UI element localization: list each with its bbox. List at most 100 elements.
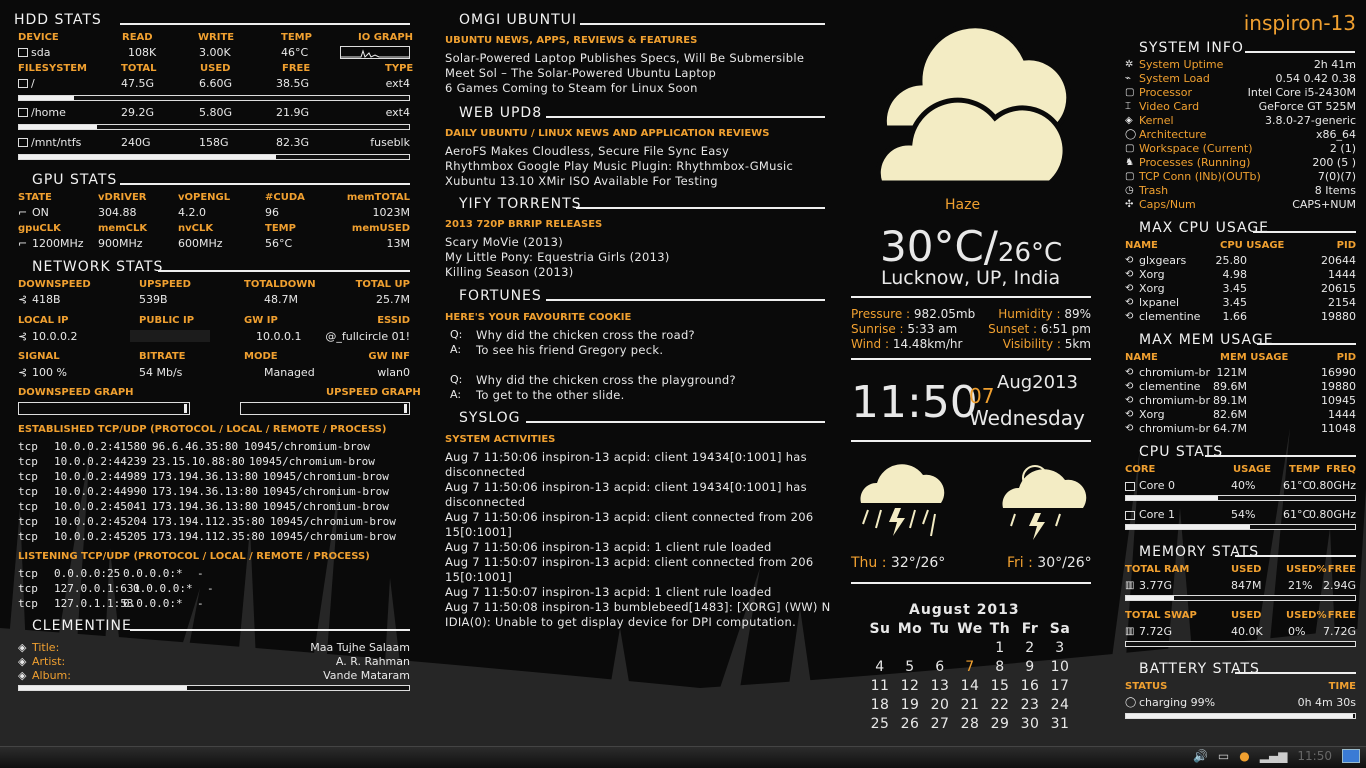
hdd-read: 108K bbox=[128, 46, 157, 59]
connection-cell: 23.15.10.88:80 bbox=[152, 455, 245, 468]
connection-cell: tcp bbox=[18, 440, 38, 453]
connection-cell: 10.0.0.2:44989 bbox=[54, 470, 147, 483]
gpu-value: 1023M bbox=[372, 206, 411, 219]
upspeed-graph-label: UPSPEED GRAPH bbox=[326, 387, 421, 398]
calendar-day[interactable] bbox=[895, 638, 925, 657]
cloud-icon bbox=[875, 23, 1072, 186]
calendar-day[interactable]: 1 bbox=[985, 638, 1015, 657]
calendar-day[interactable]: 26 bbox=[895, 714, 925, 733]
calendar-day[interactable]: 30 bbox=[1015, 714, 1045, 733]
calendar-day[interactable]: 22 bbox=[985, 695, 1015, 714]
connection-cell: 10945/chromium-brow bbox=[244, 440, 370, 453]
calendar-day[interactable]: 25 bbox=[865, 714, 895, 733]
fs-col-free: FREE bbox=[282, 63, 311, 74]
sysinfo-value: x86_64 bbox=[1315, 128, 1356, 141]
connection-cell: tcp bbox=[18, 515, 38, 528]
calendar-day[interactable]: 6 bbox=[925, 657, 955, 676]
feed-item: Meet Sol – The Solar-Powered Ubuntu Lapt… bbox=[445, 66, 717, 80]
calendar-day[interactable] bbox=[925, 638, 955, 657]
calendar-day[interactable]: 16 bbox=[1015, 676, 1045, 695]
net-header-cell: GW INF bbox=[368, 351, 410, 362]
syslog-line: 15[0:1001] bbox=[445, 525, 513, 539]
calendar-day[interactable]: 13 bbox=[925, 676, 955, 695]
feed-item: AeroFS Makes Cloudless, Secure File Sync… bbox=[445, 144, 730, 158]
syslog-line: disconnected bbox=[445, 495, 526, 509]
calendar-day[interactable]: 10 bbox=[1045, 657, 1075, 676]
weather-key: Visibility : bbox=[1002, 337, 1065, 351]
net-value: wlan0 bbox=[377, 366, 410, 379]
listening-cell: 0.0.0.0:25 bbox=[54, 567, 121, 580]
calendar-day[interactable]: 3 bbox=[1045, 638, 1075, 657]
calendar-day[interactable]: 2 bbox=[1015, 638, 1045, 657]
calendar-day[interactable]: 12 bbox=[895, 676, 925, 695]
calendar-day[interactable]: 21 bbox=[955, 695, 985, 714]
show-desktop-icon[interactable] bbox=[1342, 749, 1360, 763]
taskbar: 🔊 ▭ ● ▂▄▆ 11:50 bbox=[0, 746, 1366, 768]
listening-cell: tcp bbox=[18, 582, 38, 595]
calendar-day[interactable]: 4 bbox=[865, 657, 895, 676]
clock-monthyear: Aug2013 bbox=[997, 372, 1078, 393]
clementine-tray-icon[interactable]: ● bbox=[1239, 749, 1249, 763]
battery-bar bbox=[1125, 713, 1356, 719]
calendar-day[interactable] bbox=[865, 638, 895, 657]
weather-value: 6:51 pm bbox=[1040, 322, 1091, 336]
fortune-line: Why did the chicken cross the road? bbox=[476, 328, 695, 342]
calendar-day[interactable]: 28 bbox=[955, 714, 985, 733]
io-graph bbox=[340, 46, 410, 59]
process-pid: 19880 bbox=[1321, 380, 1356, 393]
hdd-col-read: READ bbox=[122, 32, 153, 43]
feed-item: Xubuntu 13.10 XMir ISO Available For Tes… bbox=[445, 174, 718, 188]
calendar-day[interactable]: 9 bbox=[1015, 657, 1045, 676]
sysinfo-value: 8 Items bbox=[1314, 184, 1356, 197]
connection-cell: 173.194.36.13:80 bbox=[152, 470, 258, 483]
network-icon: ⊰ bbox=[18, 330, 28, 343]
clementine-progress[interactable] bbox=[18, 685, 410, 691]
calendar-day[interactable]: 27 bbox=[925, 714, 955, 733]
calendar-day[interactable]: 11 bbox=[865, 676, 895, 695]
table-header: PID bbox=[1336, 352, 1356, 363]
sysinfo-value: 2h 41m bbox=[1313, 58, 1356, 71]
feed-item: 6 Games Coming to Steam for Linux Soon bbox=[445, 81, 698, 95]
sysinfo-value: 200 (5 ) bbox=[1312, 156, 1356, 169]
weekday-label: Fr bbox=[1021, 620, 1039, 637]
gpu-header-cell: memTOTAL bbox=[346, 192, 410, 203]
syslog-line: IDIA(0): Unable to get display device fo… bbox=[445, 615, 797, 629]
sysinfo-value: 2 (1) bbox=[1329, 142, 1356, 155]
hdd-col-temp: TEMP bbox=[281, 32, 312, 43]
calendar-day[interactable]: 23 bbox=[1015, 695, 1045, 714]
calendar-day[interactable]: 24 bbox=[1045, 695, 1075, 714]
calendar-day[interactable]: 18 bbox=[865, 695, 895, 714]
calendar-day[interactable]: 8 bbox=[985, 657, 1015, 676]
calendar-day[interactable]: 7 bbox=[955, 657, 985, 676]
syslog-line: Aug 7 11:50:06 inspiron-13 acpid: client… bbox=[445, 480, 807, 494]
calendar-day[interactable]: 31 bbox=[1045, 714, 1075, 733]
fortune-qa: A: bbox=[450, 343, 462, 356]
feed-item: Scary MoVie (2013) bbox=[445, 235, 563, 249]
volume-icon[interactable]: 🔊 bbox=[1193, 749, 1208, 763]
current-temp: 30°C/ bbox=[880, 222, 998, 271]
calendar-week: 123 bbox=[865, 638, 1075, 657]
tray-clock[interactable]: 11:50 bbox=[1297, 749, 1332, 763]
battery-icon[interactable]: ▭ bbox=[1218, 749, 1229, 763]
ram-usage-bar bbox=[1125, 595, 1356, 601]
connection-cell: tcp bbox=[18, 500, 38, 513]
sysinfo-value: 7(0)(7) bbox=[1317, 170, 1356, 183]
connection-cell: 10.0.0.2:45041 bbox=[54, 500, 147, 513]
gpu-clock-icon: ⌐ bbox=[18, 237, 28, 250]
calendar-day[interactable]: 19 bbox=[895, 695, 925, 714]
clementine-value: Maa Tujhe Salaam bbox=[310, 641, 410, 654]
calendar-day[interactable] bbox=[955, 638, 985, 657]
calendar-day[interactable]: 15 bbox=[985, 676, 1015, 695]
hdd-col-io: IO GRAPH bbox=[358, 32, 414, 43]
syslog-line: Aug 7 11:50:07 inspiron-13 acpid: 1 clie… bbox=[445, 585, 772, 599]
calendar-day[interactable]: 29 bbox=[985, 714, 1015, 733]
network-signal-icon[interactable]: ▂▄▆ bbox=[1260, 749, 1288, 763]
calendar-day[interactable]: 5 bbox=[895, 657, 925, 676]
hdd-temp: 46°C bbox=[281, 46, 309, 59]
calendar-day[interactable]: 14 bbox=[955, 676, 985, 695]
calendar-day[interactable]: 17 bbox=[1045, 676, 1075, 695]
process-pid: 11048 bbox=[1321, 422, 1356, 435]
syslog-subtitle: SYSTEM ACTIVITIES bbox=[445, 434, 556, 445]
fortune-line: To see his friend Gregory peck. bbox=[476, 343, 664, 357]
calendar-day[interactable]: 20 bbox=[925, 695, 955, 714]
